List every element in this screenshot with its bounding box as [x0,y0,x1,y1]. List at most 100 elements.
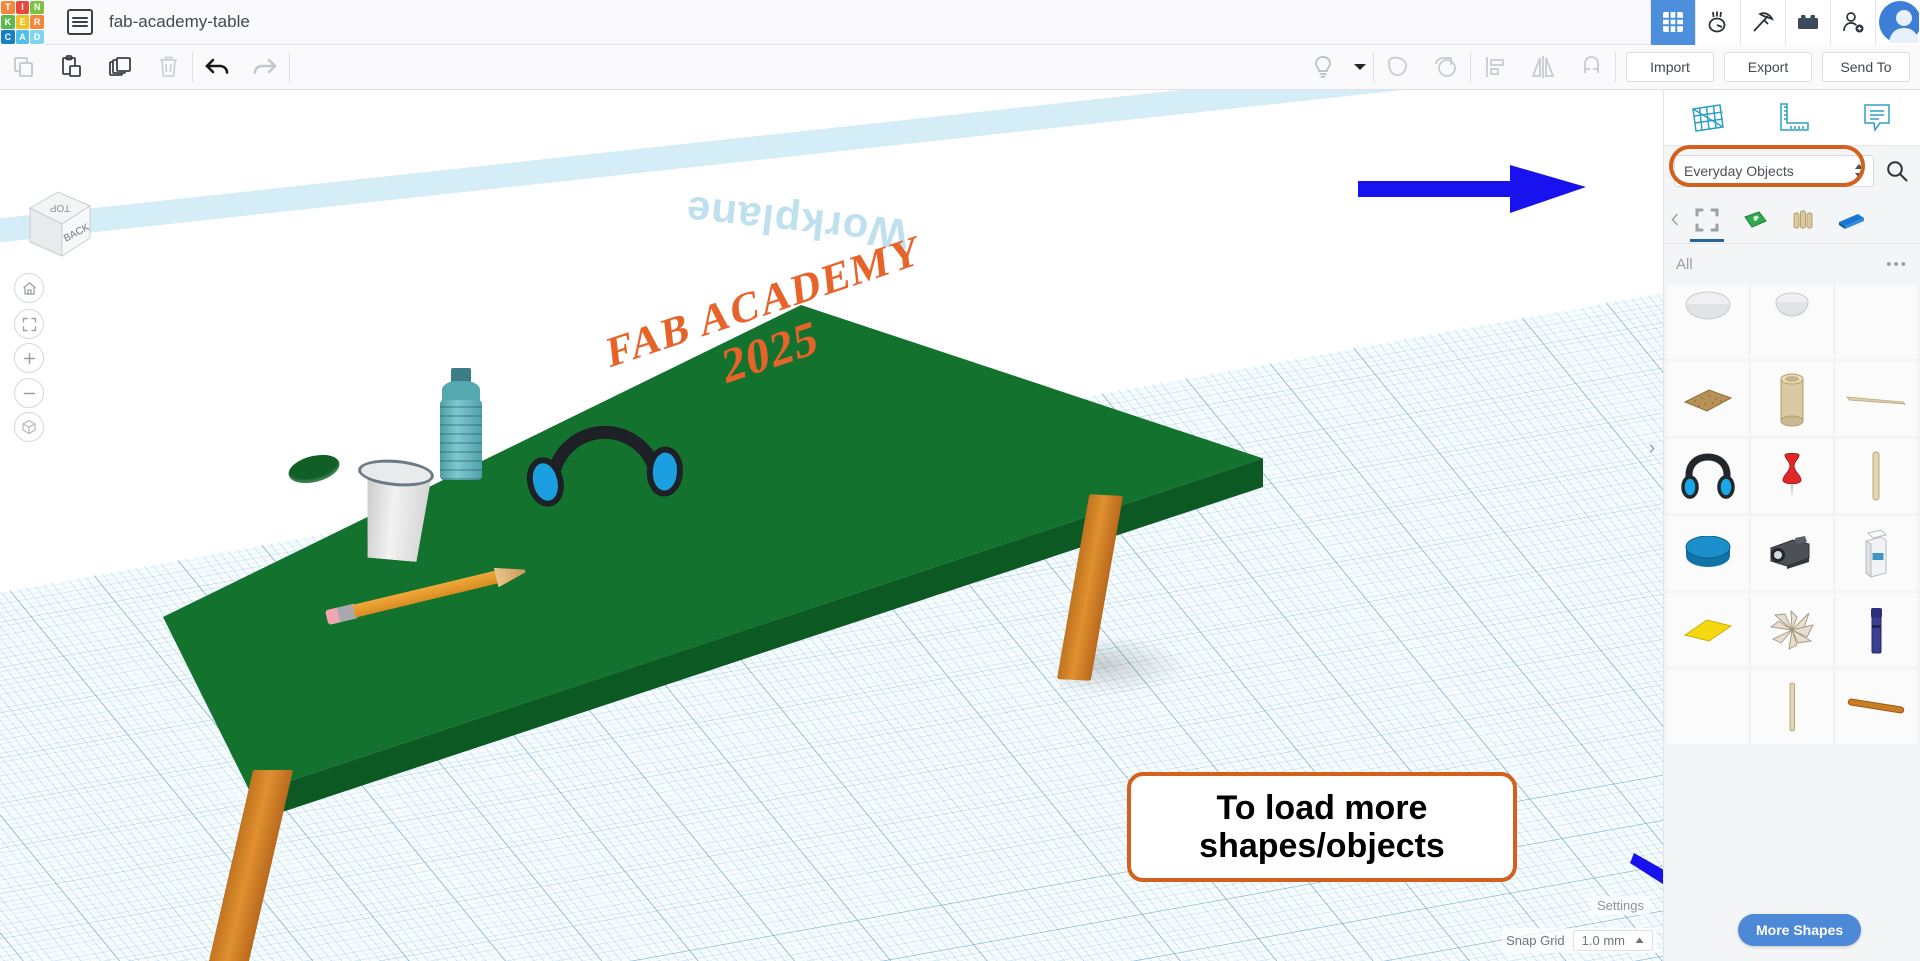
undo-icon[interactable] [193,45,241,90]
chevron-up-icon [1635,937,1644,943]
pencil-tip [494,561,528,587]
doc-line [72,17,88,19]
view-cube[interactable]: TOP BACK [20,186,98,264]
scroll-left-chevron[interactable] [1668,213,1682,226]
shape-wood-dowel[interactable] [1835,670,1917,744]
tinkercad-logo[interactable]: TIN KER CAD [0,0,45,45]
lightbulb-icon[interactable] [1299,45,1347,90]
zoom-in-button[interactable] [14,343,44,373]
annotation-callout: To load more shapes/objects [1127,772,1517,882]
water-bottle-object[interactable] [432,368,490,480]
shape-milk-carton[interactable] [1835,516,1917,590]
shape-blank-1[interactable] [1835,285,1917,359]
doc-line [72,21,88,23]
toolbar-divider [289,52,290,82]
ungroup-shapes-icon[interactable] [1422,45,1470,90]
document-title[interactable]: fab-academy-table [109,12,250,32]
logo-tile-n-2: N [30,0,44,15]
secondary-toolbar: Import Export Send To [0,45,1920,90]
shape-cardboard-tube[interactable] [1751,362,1833,436]
delete-trash-icon[interactable] [144,45,192,90]
headphones-object[interactable] [519,419,685,511]
shape-bowl-right[interactable] [1751,285,1833,359]
doc-line [72,25,88,27]
grid-view-icon[interactable] [1650,0,1695,45]
group-shapes-icon[interactable] [1374,45,1422,90]
category-dropdown-label: Everyday Objects [1684,163,1794,179]
logo-tile-i-1: I [15,0,30,15]
cup-object[interactable] [356,454,436,560]
shape-toothpick[interactable] [1835,362,1917,436]
notes-tab[interactable] [1835,90,1920,146]
logo-tile-c-6: C [1,29,15,44]
duplicate-icon[interactable] [96,45,144,90]
top-right-toolbar [1650,0,1920,45]
shape-blank-2[interactable] [1667,670,1749,744]
logo-tile-r-5: R [30,15,44,29]
zoom-out-button[interactable] [14,378,44,408]
redo-icon[interactable] [241,45,289,90]
home-view-button[interactable] [14,273,44,303]
subtab-stapler[interactable] [1828,198,1874,242]
shape-paper-burst[interactable] [1751,593,1833,667]
top-bar: TIN KER CAD fab-academy-table [0,0,1920,45]
subtab-cylinders[interactable] [1780,198,1826,242]
shape-bowl-left[interactable] [1667,285,1749,359]
more-shapes-button[interactable]: More Shapes [1738,914,1862,946]
shape-thin-stick[interactable] [1751,670,1833,744]
subcategory-tab-bar [1664,196,1920,244]
paste-icon[interactable] [48,45,96,90]
logo-tile-k-3: K [1,15,15,29]
shape-blue-puck[interactable] [1667,516,1749,590]
user-avatar-icon[interactable] [1875,0,1920,45]
logo-tile-a-7: A [15,29,30,44]
copy-icon[interactable] [0,45,48,90]
search-icon[interactable] [1882,160,1912,182]
gesture-hand-icon[interactable] [1695,0,1740,45]
add-user-icon[interactable] [1830,0,1875,45]
mirror-icon[interactable] [1519,45,1567,90]
ruler-tab[interactable] [1749,90,1834,146]
pickaxe-icon[interactable] [1740,0,1785,45]
send-to-button[interactable]: Send To [1822,52,1910,82]
subtab-green-card[interactable] [1732,198,1778,242]
shape-group-header: All ••• [1664,244,1920,284]
panel-collapse-chevron[interactable]: › [1642,425,1662,471]
shape-marker-pen[interactable] [1835,593,1917,667]
align-icon[interactable] [1471,45,1519,90]
workplane-tab[interactable] [1664,90,1749,146]
shape-cork-board[interactable] [1667,362,1749,436]
shape-group-label: All [1676,255,1693,273]
snap-grid-label: Snap Grid [1506,933,1565,948]
magnet-icon[interactable] [1567,45,1615,90]
category-selector-row: Everyday Objects [1664,146,1920,196]
document-list-icon[interactable] [67,9,93,35]
category-dropdown[interactable]: Everyday Objects [1674,155,1874,187]
table-hole[interactable] [285,450,343,488]
toolbar-right-group: Import Export Send To [1299,45,1920,90]
shapes-panel: › Everyday Objects All ••• More Shapes [1649,90,1920,961]
shape-push-pin[interactable] [1751,439,1833,513]
svg-text:TOP: TOP [49,202,70,213]
bottle-body [440,400,482,480]
toolbar-divider [1615,52,1616,82]
shape-wooden-stick[interactable] [1835,439,1917,513]
logo-tile-e-4: E [15,15,30,29]
ortho-perspective-toggle-button[interactable] [14,412,44,442]
stepper-arrows-icon [1855,164,1863,178]
headphones-ear-cup-right [645,445,685,498]
subtab-all-shapes[interactable] [1684,198,1730,242]
shape-camcorder[interactable] [1751,516,1833,590]
import-button[interactable]: Import [1626,52,1714,82]
export-button[interactable]: Export [1724,52,1812,82]
shape-sticky-note[interactable] [1667,593,1749,667]
annotation-arrow-to-dropdown [1358,165,1586,213]
lego-brick-icon[interactable] [1785,0,1830,45]
shape-grid [1664,285,1920,961]
shape-headphones[interactable] [1667,439,1749,513]
annotation-callout-text: To load more shapes/objects [1199,788,1445,865]
chevron-down-icon[interactable] [1347,45,1373,90]
fit-to-view-button[interactable] [14,309,44,339]
snap-grid-value-text: 1.0 mm [1581,933,1625,948]
overflow-menu-icon[interactable]: ••• [1886,256,1908,273]
